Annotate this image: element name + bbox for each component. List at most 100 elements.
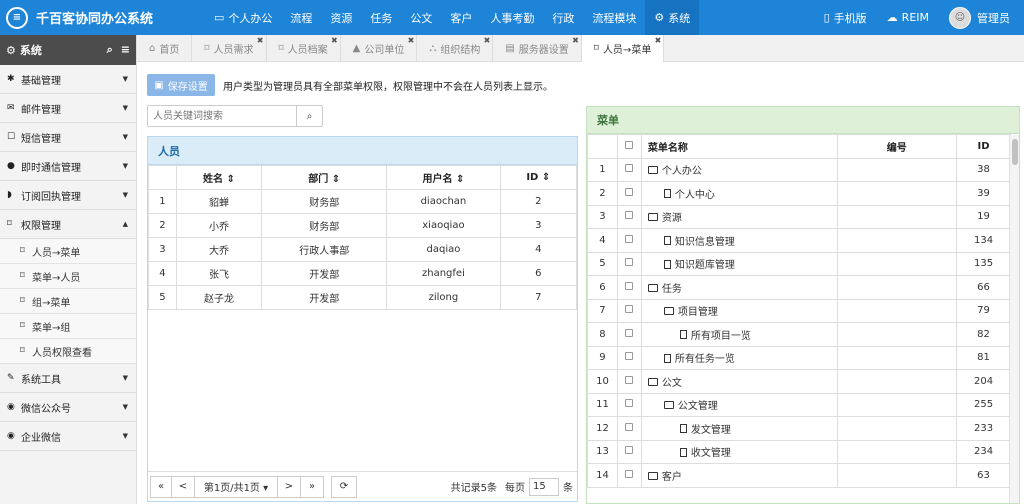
sidebar-item-label: 企业微信 [21,432,61,444]
table-row[interactable]: 6 任务 66 [587,275,1011,300]
top-nav-item-0[interactable]: ▭ 个人办公 [205,0,281,35]
row-checkbox[interactable] [616,369,642,394]
refresh-button[interactable]: ⟳ [331,475,357,498]
top-nav-item-1[interactable]: 流程 [281,0,321,35]
reim-link[interactable]: ☁ REIM [877,0,939,35]
people-col-header-2[interactable]: 部门 ⇕ [261,165,388,190]
top-nav-item-8[interactable]: 流程模块 [583,0,645,35]
sidebar-subitem-0[interactable]: ⌑ 人员→菜单 [0,239,136,264]
row-checkbox[interactable] [616,228,642,253]
tab-0[interactable]: ⌂ 首页 [137,35,193,62]
table-row[interactable]: 5 赵子龙 开发部 zilong 7 [148,285,578,310]
row-checkbox[interactable] [616,298,642,323]
table-row[interactable]: 1 貂蝉 财务部 diaochan 2 [148,189,578,214]
table-row[interactable]: 5 知识题库管理 135 [587,251,1011,276]
sidebar-item-items-2[interactable]: ☐ 短信管理 ▼ [0,123,136,152]
sidebar-subitem-1[interactable]: ⌑ 菜单→人员 [0,264,136,289]
menu-icon[interactable]: ≡ [121,43,130,57]
top-nav-item-4[interactable]: 公文 [401,0,441,35]
top-nav-item-5[interactable]: 客户 [441,0,481,35]
menu-scrollbar[interactable] [1009,135,1019,503]
rss-icon: ◗ [7,190,12,200]
save-button[interactable]: ▣ 保存设置 [147,74,215,96]
tab-5[interactable]: ▤ 服务器设置 ✖ [493,35,582,62]
close-icon[interactable]: ✖ [572,36,579,45]
close-icon[interactable]: ✖ [257,36,264,45]
sidebar-item-items2-2[interactable]: ◉ 企业微信 ▼ [0,422,136,451]
search-button[interactable]: ⌕ [296,106,322,126]
menu-id: 81 [956,345,1011,370]
table-row[interactable]: 10 公文 204 [587,369,1011,394]
table-row[interactable]: 3 大乔 行政人事部 daqiao 4 [148,237,578,262]
close-icon[interactable]: ✖ [331,36,338,45]
tab-4[interactable]: ⛬ 组织结构 ✖ [417,35,494,62]
sidebar-item-items-1[interactable]: ✉ 邮件管理 ▼ [0,94,136,123]
top-nav-label: 流程模块 [592,11,637,25]
scrollbar-thumb[interactable] [1012,139,1018,165]
top-nav-item-3[interactable]: 任务 [361,0,401,35]
tab-6[interactable]: ⌑ 人员→菜单 ✖ [581,35,665,62]
row-checkbox[interactable] [616,275,642,300]
search-icon[interactable]: ⌕ [107,43,113,57]
per-page-input[interactable]: 15 [529,477,559,496]
table-row[interactable]: 4 张飞 开发部 zhangfei 6 [148,261,578,286]
sidebar-subitem-3[interactable]: ⌑ 菜单→组 [0,314,136,339]
mobile-link[interactable]: ▯ 手机版 [814,0,877,35]
people-cell: 开发部 [261,261,388,286]
row-checkbox[interactable] [616,392,642,417]
table-row[interactable]: 1 个人办公 38 [587,157,1011,182]
user-menu[interactable]: ☺ 管理员 [939,0,1024,35]
table-row[interactable]: 4 知识信息管理 134 [587,228,1011,253]
table-row[interactable]: 9 所有任务一览 81 [587,345,1011,370]
table-row[interactable]: 8 所有项目一览 82 [587,322,1011,347]
sidebar-item-items2-0[interactable]: ✎ 系统工具 ▼ [0,364,136,393]
row-checkbox[interactable] [616,204,642,229]
table-row[interactable]: 7 项目管理 79 [587,298,1011,323]
people-col-header-4[interactable]: ID ⇕ [499,165,578,190]
row-checkbox[interactable] [616,251,642,276]
sidebar-item-items2-1[interactable]: ◉ 微信公众号 ▼ [0,393,136,422]
top-nav-item-6[interactable]: 人事考勤 [481,0,543,35]
table-row[interactable]: 13 收文管理 234 [587,439,1011,464]
sidebar-item-items-4[interactable]: ◗ 订阅回执管理 ▼ [0,181,136,210]
row-checkbox[interactable] [616,157,642,182]
sidebar-item-items-5[interactable]: ⌑ 权限管理 ▲ [0,210,136,239]
select-all-checkbox[interactable] [616,134,642,159]
server-icon: ▤ [505,43,515,54]
next-page-button[interactable]: > [277,475,301,498]
top-nav-item-7[interactable]: 行政 [543,0,583,35]
table-row[interactable]: 14 客户 63 [587,463,1011,488]
first-page-button[interactable]: « [150,475,172,498]
sidebar-item-items-3[interactable]: ● 即时通信管理 ▼ [0,152,136,181]
row-checkbox[interactable] [616,322,642,347]
menu-id: 19 [956,204,1011,229]
close-icon[interactable]: ✖ [655,36,662,45]
tab-3[interactable]: ▲ 公司单位 ✖ [341,35,418,62]
prev-page-button[interactable]: < [171,475,195,498]
page-select[interactable]: 第1页/共1页 ▾ [194,475,278,498]
table-row[interactable]: 2 小乔 财务部 xiaoqiao 3 [148,213,578,238]
people-col-header-1[interactable]: 姓名 ⇕ [175,165,263,190]
table-row[interactable]: 3 资源 19 [587,204,1011,229]
row-checkbox[interactable] [616,439,642,464]
sidebar-item-items-0[interactable]: ✱ 基础管理 ▼ [0,65,136,94]
table-row[interactable]: 2 个人中心 39 [587,181,1011,206]
row-checkbox[interactable] [616,463,642,488]
row-checkbox[interactable] [616,345,642,370]
row-checkbox[interactable] [616,181,642,206]
top-nav-item-9[interactable]: ⚙ 系统 [645,0,700,35]
sidebar-subitem-4[interactable]: ⌑ 人员权限查看 [0,339,136,364]
close-icon[interactable]: ✖ [408,36,415,45]
table-row[interactable]: 11 公文管理 255 [587,392,1011,417]
row-checkbox[interactable] [616,416,642,441]
last-page-button[interactable]: » [300,475,324,498]
tab-2[interactable]: ⌑ 人员档案 ✖ [267,35,341,62]
close-icon[interactable]: ✖ [484,36,491,45]
app-logo[interactable]: ≡ 千百客协同办公系统 [0,6,205,29]
sidebar-subitem-2[interactable]: ⌑ 组→菜单 [0,289,136,314]
top-nav-item-2[interactable]: 资源 [321,0,361,35]
people-col-header-3[interactable]: 用户名 ⇕ [386,165,501,190]
tab-1[interactable]: ⌑ 人员需求 ✖ [192,35,267,62]
search-input[interactable] [148,106,296,126]
table-row[interactable]: 12 发文管理 233 [587,416,1011,441]
